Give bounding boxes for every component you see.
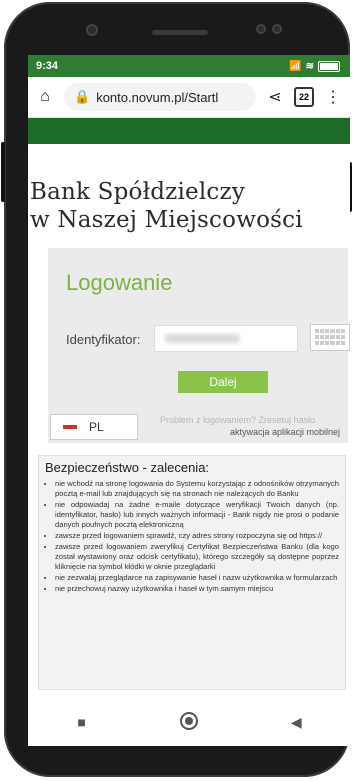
login-panel: Logowanie Identyfikator: Dalej PL Proble…: [48, 248, 350, 443]
site-header-bar: [28, 118, 350, 144]
id-label: Identyfikator:: [66, 332, 141, 347]
list-item: zawsze przed logowaniem sprawdź, czy adr…: [55, 531, 339, 541]
signal-icon: 📶: [289, 60, 302, 72]
wifi-icon: ≋: [305, 60, 314, 72]
virtual-keyboard-icon[interactable]: [310, 324, 350, 351]
page-content: Bank Spółdzielczy w Naszej Miejscowości …: [28, 178, 350, 690]
list-item: zawsze przed logowaniem zweryfikuj Certy…: [55, 542, 339, 572]
front-camera-icon: [86, 24, 98, 36]
share-icon[interactable]: ⋖: [266, 87, 284, 107]
security-list: nie wchodź na stronę logowania do System…: [45, 479, 339, 594]
status-time: 9:34: [36, 60, 59, 72]
status-icons: 📶 ≋: [289, 60, 340, 72]
security-recommendations: Bezpieczeństwo - zalecenia: nie wchodź n…: [38, 455, 346, 690]
bank-name-line-1: Bank Spółdzielczy: [30, 179, 246, 205]
home-button[interactable]: [174, 711, 204, 733]
masked-id-value: [165, 334, 240, 343]
tabs-button[interactable]: 22: [294, 87, 314, 107]
back-button[interactable]: ◀: [281, 714, 311, 731]
sensor-icon: [256, 24, 266, 34]
bank-name: Bank Spółdzielczy w Naszej Miejscowości: [30, 178, 350, 234]
list-item: nie przechowuj nazwy użytkownika i haseł…: [55, 584, 339, 594]
status-bar: 9:34 📶 ≋: [28, 55, 350, 77]
next-button[interactable]: Dalej: [178, 371, 268, 393]
recents-button[interactable]: ■: [67, 714, 97, 730]
language-label: PL: [89, 420, 104, 434]
url-text: konto.novum.pl/Startl: [96, 89, 219, 105]
home-circle-icon: [179, 711, 198, 730]
list-item: nie odpowiadaj na żadne e-maile dotycząc…: [55, 500, 339, 530]
sensor-icon: [272, 24, 282, 34]
login-title: Logowanie: [66, 270, 173, 295]
volume-button: [1, 142, 5, 202]
home-icon[interactable]: ⌂: [36, 88, 54, 106]
speaker: [152, 30, 208, 35]
address-bar[interactable]: 🔒 konto.novum.pl/Startl: [64, 83, 256, 111]
lock-icon: 🔒: [74, 89, 91, 104]
language-selector[interactable]: PL: [50, 414, 138, 440]
flag-pl-icon: [63, 425, 77, 429]
list-item: nie wchodź na stronę logowania do System…: [55, 479, 339, 499]
screen: 9:34 📶 ≋ ⌂ 🔒 konto.novum.pl/Startl ⋖ 22 …: [28, 55, 350, 698]
list-item: nie zezwalaj przeglądarce na zapisywanie…: [55, 573, 339, 583]
battery-icon: [318, 60, 340, 72]
security-title: Bezpieczeństwo - zalecenia:: [45, 460, 210, 475]
id-input[interactable]: [154, 325, 298, 352]
more-vertical-icon[interactable]: ⋮: [324, 87, 342, 107]
reset-password-link[interactable]: Problem z logowaniem? Zresetuj hasło: [160, 415, 315, 425]
bank-name-line-2: w Naszej Miejscowości: [30, 207, 303, 233]
android-nav-bar: ■ ◀: [28, 698, 350, 746]
browser-toolbar: ⌂ 🔒 konto.novum.pl/Startl ⋖ 22 ⋮: [28, 77, 350, 118]
mobile-activation-link[interactable]: aktywacja aplikacji mobilnej: [230, 427, 340, 437]
